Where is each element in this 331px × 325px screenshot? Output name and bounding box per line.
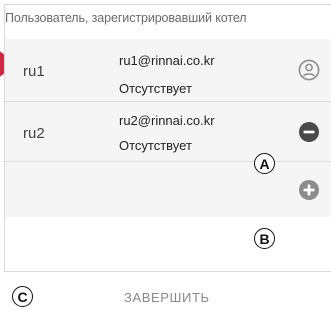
user-name: ru1 (23, 63, 45, 81)
user-email: ru1@rinnai.co.kr (119, 53, 215, 68)
panel-title: Пользователь, зарегистрировавший котел (5, 11, 247, 25)
screen: Пользователь, зарегистрировавший котел r… (0, 0, 331, 325)
user-list: ru1 ru1@rinnai.co.kr Отсутствует ru2 ru2… (5, 39, 331, 217)
user-name: ru2 (23, 124, 45, 142)
add-user-button[interactable] (298, 179, 320, 201)
callout-c: C (12, 286, 33, 307)
remove-icon (299, 121, 319, 142)
user-icon (298, 59, 320, 81)
add-user-row (5, 162, 331, 217)
user-status: Отсутствует (119, 81, 192, 96)
user-email: ru2@rinnai.co.kr (119, 113, 215, 128)
user-row: ru1 ru1@rinnai.co.kr Отсутствует (5, 39, 331, 102)
user-status: Отсутствует (119, 138, 192, 153)
finish-button[interactable]: ЗАВЕРШИТЬ (124, 290, 210, 305)
callout-b: B (254, 228, 275, 249)
callout-a: A (254, 153, 275, 174)
remove-user-button[interactable] (298, 121, 320, 143)
footer-bar: ЗАВЕРШИТЬ (4, 271, 331, 325)
user-row: ru2 ru2@rinnai.co.kr Отсутствует (5, 102, 331, 162)
add-icon (299, 179, 319, 200)
